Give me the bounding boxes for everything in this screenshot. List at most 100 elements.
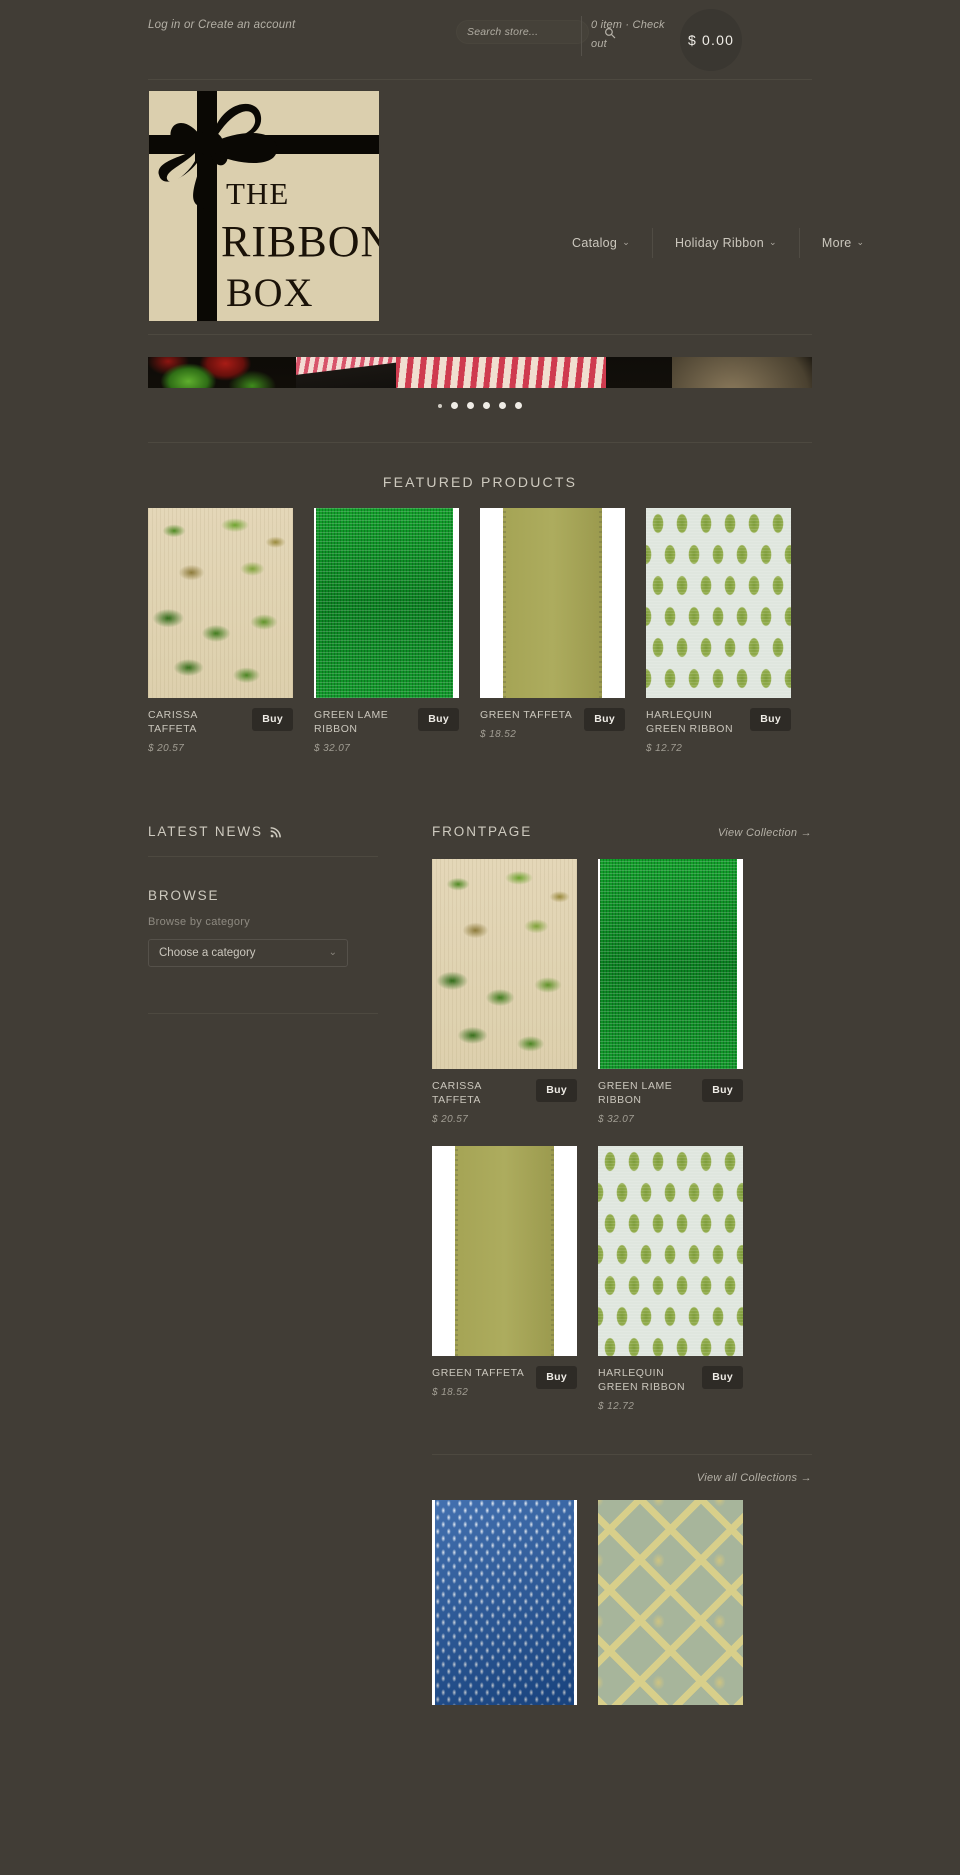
slideshow-dot-6[interactable]	[515, 402, 522, 409]
product-name: GREEN LAME RIBBON	[314, 709, 389, 735]
site-header: THE RIBBON BOX Catalog ⌄ Holiday Ribbon …	[148, 80, 864, 335]
collection-image-gold-lattice-ribbon[interactable]	[598, 1500, 743, 1705]
product-image-green-lame-ribbon[interactable]	[598, 859, 743, 1069]
frontpage-products-grid: CARISSA TAFFETA $ 20.57 Buy GREEN LAME R…	[432, 839, 812, 1412]
cart-total-bubble[interactable]: $ 0.00	[680, 9, 742, 71]
product-price: $ 32.07	[314, 743, 351, 754]
slideshow	[148, 335, 812, 443]
latest-news-label: LATEST NEWS	[148, 824, 263, 839]
product-card[interactable]: HARLEQUIN GREEN RIBBON $ 12.72 Buy	[646, 508, 791, 754]
product-card[interactable]: GREEN LAME RIBBON $ 32.07 Buy	[598, 859, 743, 1125]
sidebar-divider-bottom	[148, 1013, 378, 1014]
svg-text:BOX: BOX	[226, 270, 313, 315]
main-navigation: Catalog ⌄ Holiday Ribbon ⌄ More ⌄	[550, 228, 886, 258]
sidebar-divider	[148, 856, 378, 857]
frontpage-title: FRONTPAGE	[432, 824, 533, 839]
buy-button[interactable]: Buy	[418, 708, 459, 731]
collection-image-blue-dotted-ribbon[interactable]	[432, 1500, 577, 1705]
nav-item-holiday-ribbon[interactable]: Holiday Ribbon ⌄	[653, 236, 799, 250]
collection-card[interactable]	[598, 1500, 743, 1705]
product-price: $ 20.57	[432, 1114, 469, 1125]
slideshow-track[interactable]	[148, 357, 812, 388]
svg-text:THE: THE	[226, 176, 289, 211]
slideshow-dot-4[interactable]	[483, 402, 490, 409]
sidebar: LATEST NEWS BROWSE Browse by category Ch…	[148, 824, 410, 1705]
product-image-green-lame-ribbon[interactable]	[314, 508, 459, 698]
featured-products-title: FEATURED PRODUCTS	[382, 474, 578, 490]
top-bar: Log in or Create an account 0 item · Che…	[0, 0, 960, 80]
product-image-harlequin-green-ribbon[interactable]	[598, 1146, 743, 1356]
buy-button[interactable]: Buy	[536, 1079, 577, 1102]
site-logo[interactable]: THE RIBBON BOX	[148, 90, 380, 322]
logo-artwork: THE RIBBON BOX	[149, 91, 380, 321]
product-price: $ 12.72	[598, 1401, 635, 1412]
chevron-down-icon: ⌄	[856, 236, 865, 247]
chevron-down-icon: ⌄	[769, 236, 777, 247]
product-name: GREEN TAFFETA	[432, 1367, 525, 1379]
category-select-value: Choose a category	[159, 947, 256, 959]
slideshow-dot-2[interactable]	[451, 402, 458, 409]
product-card[interactable]: GREEN TAFFETA $ 18.52 Buy	[480, 508, 625, 754]
nav-item-more-label: More	[821, 236, 852, 250]
product-name: CARISSA TAFFETA	[432, 1080, 482, 1106]
nav-item-catalog[interactable]: Catalog ⌄	[550, 236, 652, 250]
lower-section: LATEST NEWS BROWSE Browse by category Ch…	[148, 754, 812, 1705]
product-price: $ 32.07	[598, 1114, 635, 1125]
collection-card[interactable]	[432, 1500, 577, 1705]
chevron-down-icon: ⌄	[328, 946, 337, 958]
buy-button[interactable]: Buy	[702, 1366, 743, 1389]
view-all-collections-link[interactable]: View all Collections →	[697, 1472, 812, 1484]
product-price: $ 20.57	[148, 743, 185, 754]
slideshow-dot-5[interactable]	[499, 402, 506, 409]
search-box[interactable]	[456, 20, 616, 44]
account-links-or: or	[180, 19, 198, 31]
nav-item-more[interactable]: More ⌄	[800, 236, 887, 250]
slide-red-white-ribbon-spools[interactable]	[396, 357, 812, 388]
product-price: $ 12.72	[646, 743, 683, 754]
product-image-green-taffeta[interactable]	[480, 508, 625, 698]
frontpage-section: FRONTPAGE View Collection → CARISSA TAFF…	[410, 824, 812, 1705]
search-input[interactable]	[467, 26, 604, 38]
view-collection-link[interactable]: View Collection →	[718, 827, 812, 839]
buy-button[interactable]: Buy	[536, 1366, 577, 1389]
cart-separator: ·	[622, 19, 633, 31]
rss-icon[interactable]	[270, 826, 281, 838]
collections-heading-row: View all Collections →	[432, 1455, 812, 1484]
product-name: CARISSA TAFFETA	[148, 709, 198, 735]
nav-item-holiday-ribbon-label: Holiday Ribbon	[675, 236, 765, 250]
cart-summary: 0 item · Check out	[591, 16, 676, 54]
product-card[interactable]: CARISSA TAFFETA $ 20.57 Buy	[432, 859, 577, 1125]
product-image-carissa-taffeta[interactable]	[148, 508, 293, 698]
buy-button[interactable]: Buy	[750, 708, 791, 731]
product-image-harlequin-green-ribbon[interactable]	[646, 508, 791, 698]
svg-text:RIBBON: RIBBON	[221, 217, 380, 266]
product-card[interactable]: CARISSA TAFFETA $ 20.57 Buy	[148, 508, 293, 754]
featured-products-grid: CARISSA TAFFETA $ 20.57 Buy GREEN LAME R…	[148, 508, 812, 754]
buy-button[interactable]: Buy	[702, 1079, 743, 1102]
account-links: Log in or Create an account	[148, 16, 298, 35]
buy-button[interactable]: Buy	[252, 708, 293, 731]
cart-divider	[581, 16, 582, 56]
product-name: HARLEQUIN GREEN RIBBON	[598, 1367, 686, 1393]
nav-item-catalog-label: Catalog	[572, 236, 618, 250]
product-price: $ 18.52	[432, 1387, 469, 1398]
browse-heading: BROWSE	[148, 888, 220, 903]
slideshow-dot-1[interactable]	[438, 403, 442, 408]
product-card[interactable]: GREEN TAFFETA $ 18.52 Buy	[432, 1146, 577, 1412]
category-select[interactable]: Choose a category ⌄	[148, 939, 348, 967]
slide-red-green-ribbons[interactable]	[148, 357, 296, 388]
slide-pink-striped-ribbon[interactable]	[296, 357, 396, 388]
product-name: GREEN LAME RIBBON	[598, 1080, 673, 1106]
create-account-link[interactable]: Create an account	[198, 19, 295, 31]
product-image-carissa-taffeta[interactable]	[432, 859, 577, 1069]
collections-grid	[432, 1484, 812, 1705]
login-link[interactable]: Log in	[148, 19, 181, 31]
buy-button[interactable]: Buy	[584, 708, 625, 731]
cart-item-count: 0 item	[591, 19, 623, 31]
product-image-green-taffeta[interactable]	[432, 1146, 577, 1356]
product-card[interactable]: GREEN LAME RIBBON $ 32.07 Buy	[314, 508, 459, 754]
chevron-down-icon: ⌄	[622, 236, 631, 247]
slideshow-dot-3[interactable]	[467, 402, 474, 409]
slideshow-dots	[148, 402, 812, 409]
product-card[interactable]: HARLEQUIN GREEN RIBBON $ 12.72 Buy	[598, 1146, 743, 1412]
